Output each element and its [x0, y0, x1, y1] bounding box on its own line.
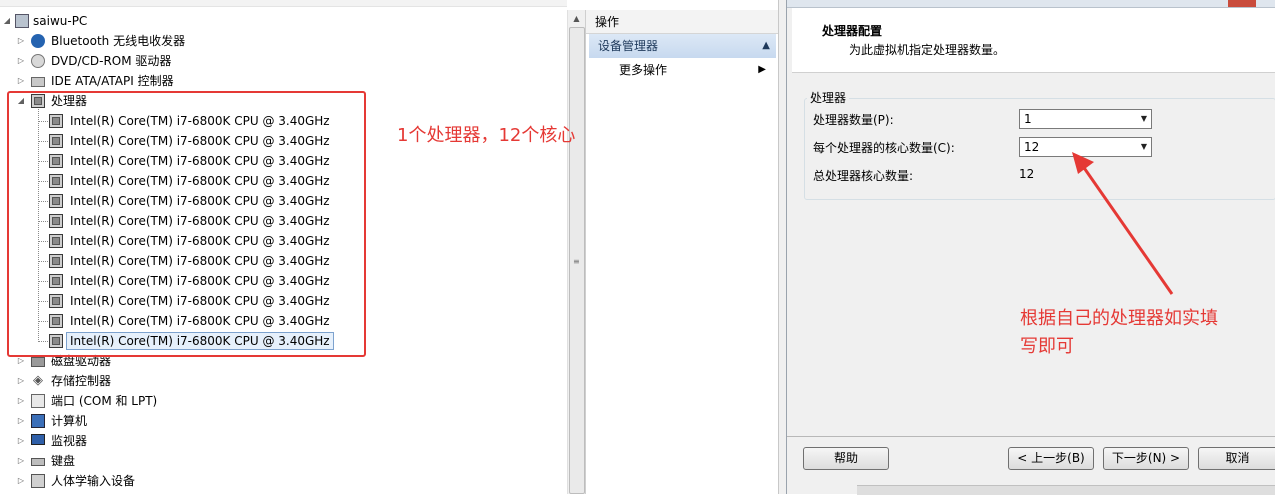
dvd-drive-icon [31, 54, 45, 68]
tree-category-storage[interactable]: ▷ ◈ 存储控制器 [0, 371, 300, 391]
collapse-up-icon[interactable]: ▲ [762, 34, 770, 58]
tree-category-label: 计算机 [51, 414, 88, 428]
back-button[interactable]: < 上一步(B) [1008, 447, 1094, 470]
cancel-button[interactable]: 取消 [1198, 447, 1275, 470]
more-actions-label: 更多操作 [619, 63, 668, 77]
processor-highlight-box [7, 91, 366, 357]
disk-drive-icon [31, 357, 45, 367]
expand-arrow-icon[interactable]: ▷ [16, 411, 26, 431]
bluetooth-icon [31, 34, 45, 48]
expand-arrow-icon[interactable]: ▷ [16, 471, 26, 491]
computer-icon [31, 414, 45, 428]
new-vm-wizard-dialog: 处理器配置 为此虚拟机指定处理器数量。 处理器 处理器数量(P): 1 ▼ 每个… [786, 0, 1275, 495]
port-icon [31, 394, 45, 408]
tree-category-label: Bluetooth 无线电收发器 [51, 34, 186, 48]
arrow-head [1072, 152, 1094, 174]
processor-count-value: 1 [1024, 112, 1032, 126]
expand-arrow-icon[interactable]: ▷ [16, 31, 26, 51]
scroll-up-icon[interactable]: ▲ [568, 10, 585, 27]
actions-section-device-manager[interactable]: 设备管理器 ▲ [589, 34, 776, 58]
tree-category-keyboard[interactable]: ▷ 键盘 [0, 451, 300, 471]
tree-category-label: 端口 (COM 和 LPT) [51, 394, 158, 408]
total-cores-value: 12 [1019, 167, 1035, 181]
wizard-footer-separator [787, 436, 1275, 437]
tree-category-bluetooth[interactable]: ▷ Bluetooth 无线电收发器 [0, 31, 300, 51]
help-button[interactable]: 帮助 [803, 447, 889, 470]
tree-root-label: saiwu-PC [33, 14, 88, 28]
tree-category-hid[interactable]: ▷ 人体学输入设备 [0, 471, 300, 491]
annotation-arrow [1072, 152, 1174, 295]
arrow-shaft [1078, 161, 1174, 295]
processor-count-label: 处理器数量(P): [813, 113, 894, 127]
close-icon[interactable] [1228, 0, 1256, 7]
expand-arrow-icon[interactable]: ▷ [16, 431, 26, 451]
actions-header: 操作 [586, 10, 778, 34]
scrollbar-thumb[interactable]: ≡ [569, 27, 585, 494]
tree-root-row[interactable]: ◢ saiwu-PC [0, 11, 300, 31]
total-cores-label: 总处理器核心数量: [813, 169, 914, 183]
expand-arrow-icon[interactable]: ▷ [16, 71, 26, 91]
computer-root-icon [15, 14, 29, 28]
scroll-grip-icon: ≡ [573, 257, 580, 266]
cores-per-processor-label: 每个处理器的核心数量(C): [813, 141, 955, 155]
processor-group-label: 处理器 [807, 89, 850, 106]
wizard-titlebar [787, 0, 1275, 8]
tree-scrollbar[interactable]: ▲ ≡ [567, 10, 585, 494]
storage-controller-icon: ◈ [33, 373, 43, 388]
tree-category-label: 监视器 [51, 434, 88, 448]
tree-category-label: 键盘 [51, 454, 76, 468]
submenu-arrow-icon: ▶ [758, 64, 766, 75]
cores-per-processor-value: 12 [1024, 140, 1040, 154]
next-button[interactable]: 下一步(N) > [1103, 447, 1189, 470]
annotation-cpu-note: 1个处理器，12个核心 [397, 125, 576, 146]
chevron-down-icon: ▼ [1140, 114, 1147, 123]
wizard-heading: 处理器配置 [822, 24, 883, 38]
tree-category-label: 人体学输入设备 [51, 474, 136, 488]
actions-section-label: 设备管理器 [598, 39, 659, 53]
actions-pane: 操作 设备管理器 ▲ 更多操作 ▶ [585, 10, 779, 494]
more-actions-item[interactable]: 更多操作 ▶ [619, 60, 774, 80]
tree-category-dvd[interactable]: ▷ DVD/CD-ROM 驱动器 [0, 51, 300, 71]
expand-arrow-icon[interactable]: ▷ [16, 391, 26, 411]
ide-controller-icon [31, 77, 45, 87]
wizard-header: 处理器配置 为此虚拟机指定处理器数量。 [792, 8, 1275, 73]
expand-arrow-icon[interactable]: ▷ [16, 451, 26, 471]
annotation-fill-note-line2: 写即可 [1020, 336, 1074, 357]
tree-category-label: DVD/CD-ROM 驱动器 [51, 54, 172, 68]
annotation-fill-note-line1: 根据自己的处理器如实填 [1020, 308, 1218, 329]
tree-category-label: IDE ATA/ATAPI 控制器 [51, 74, 174, 88]
processor-count-select[interactable]: 1 ▼ [1019, 109, 1152, 129]
wizard-subheading: 为此虚拟机指定处理器数量。 [849, 43, 1006, 57]
expand-arrow-icon[interactable]: ▷ [16, 51, 26, 71]
keyboard-icon [31, 458, 45, 466]
tree-category-ports[interactable]: ▷ 端口 (COM 和 LPT) [0, 391, 300, 411]
collapse-arrow-icon[interactable]: ◢ [2, 11, 12, 31]
monitor-icon [31, 434, 45, 445]
tree-category-ide[interactable]: ▷ IDE ATA/ATAPI 控制器 [0, 71, 300, 91]
tree-category-label: 存储控制器 [51, 374, 112, 388]
expand-arrow-icon[interactable]: ▷ [16, 371, 26, 391]
tree-category-computer[interactable]: ▷ 计算机 [0, 411, 300, 431]
tree-category-monitor[interactable]: ▷ 监视器 [0, 431, 300, 451]
hid-icon [31, 474, 45, 488]
tree-top-border [0, 0, 567, 7]
